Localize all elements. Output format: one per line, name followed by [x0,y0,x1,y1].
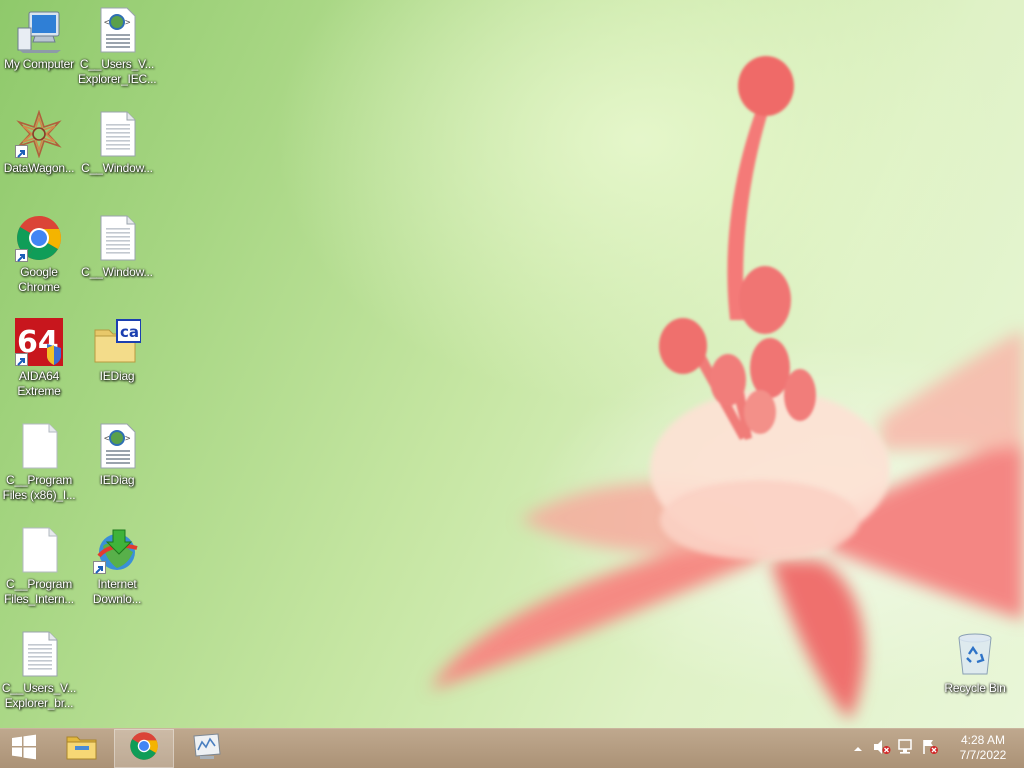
web-document-icon: < > [93,422,141,470]
icon-label: Internet Downlo... [92,577,142,606]
internet-download-manager-icon [93,526,141,574]
desktop-icon-iediag-folder[interactable]: ca IEDiag [78,312,156,410]
desktop-icon-windows-file-2[interactable]: C__Window... [78,208,156,306]
desktop-icon-ie-explorer-file[interactable]: < > C__Users_V... Explorer_IEC... [78,0,157,98]
desktop[interactable]: My Computer < > C__Users_V... Explorer_IE… [0,0,1024,728]
taskbar-chrome-button[interactable] [114,729,174,768]
blank-document-icon [15,526,63,574]
desktop-icon-aida64-extreme[interactable]: 64 AIDA64 Extreme [0,312,78,410]
volume-muted-icon [873,739,891,760]
taskbar-file-explorer-button[interactable] [52,729,112,768]
shortcut-arrow-icon [93,561,106,574]
svg-text:ca: ca [120,323,139,341]
desktop-icon-windows-file-1[interactable]: C__Window... [78,104,156,202]
blank-document-icon [15,422,63,470]
text-document-icon [93,214,141,262]
chrome-icon [129,731,159,766]
file-explorer-icon [66,731,98,766]
text-document-icon [15,630,63,678]
show-hidden-icons-button[interactable] [850,729,866,769]
shortcut-arrow-icon [15,249,28,262]
shortcut-arrow-icon [15,145,28,158]
svg-text:<: < [104,434,110,444]
desktop-icon-datawagon[interactable]: DataWagon... [0,104,78,202]
web-document-icon: < > [93,6,141,54]
svg-text:>: > [125,434,131,444]
action-center-button[interactable] [920,729,940,769]
icon-label: IEDiag [99,473,135,487]
icon-label: C__Window... [81,161,153,175]
windows-logo-icon [11,734,37,765]
taskbar: 4:28 AM 7/7/2022 [0,728,1024,768]
desktop-icon-internet-download-manager[interactable]: Internet Downlo... [78,520,156,618]
desktop-icon-my-computer[interactable]: My Computer [0,0,78,98]
clock-date: 7/7/2022 [959,748,1007,762]
clock[interactable]: 4:28 AM 7/7/2022 [952,733,1014,763]
desktop-icon-google-chrome[interactable]: Google Chrome [0,208,78,306]
svg-text:<: < [104,18,110,28]
action-center-flag-icon [921,739,939,760]
text-document-icon [93,110,141,158]
desktop-icon-users-explorer-file[interactable]: C__Users_V... Explorer_br... [0,624,78,722]
icon-label: Recycle Bin [944,681,1006,695]
desktop-icon-program-files-x86[interactable]: C__Program Files (x86)_I... [0,416,78,514]
taskbar-monitor-app-button[interactable] [176,729,236,768]
chrome-icon [15,214,63,262]
icon-label: C__Program Files_Intern... [4,577,74,606]
icon-label: C__Users_V... Explorer_br... [1,681,77,710]
icon-label: DataWagon... [3,161,75,175]
icon-label: C__Users_V... Explorer_IEC... [78,57,157,86]
icon-label: IEDiag [99,369,135,383]
desktop-icon-iediag-file[interactable]: < > IEDiag [78,416,156,514]
folder-icon: ca [93,318,142,366]
network-button[interactable] [896,729,916,769]
icon-label: C__Program Files (x86)_I... [2,473,76,502]
shortcut-arrow-icon [15,353,28,366]
recycle-bin-icon [951,630,999,678]
icon-label: Google Chrome [18,265,60,294]
network-icon [897,738,915,760]
volume-button[interactable] [872,729,892,769]
datawagon-icon [15,109,63,159]
desktop-icon-program-files-internet[interactable]: C__Program Files_Intern... [0,520,78,618]
clock-time: 4:28 AM [960,733,1006,747]
icon-label: AIDA64 Extreme [17,369,61,398]
svg-text:>: > [125,18,131,28]
monitor-app-icon [190,732,222,765]
start-button[interactable] [0,729,48,769]
desktop-icon-recycle-bin[interactable]: Recycle Bin [936,624,1014,722]
icon-label: C__Window... [81,265,153,279]
icon-label: My Computer [4,57,74,71]
aida64-icon: 64 [15,318,63,366]
show-hidden-icons-arrow-icon [853,740,863,758]
computer-icon [15,6,63,54]
